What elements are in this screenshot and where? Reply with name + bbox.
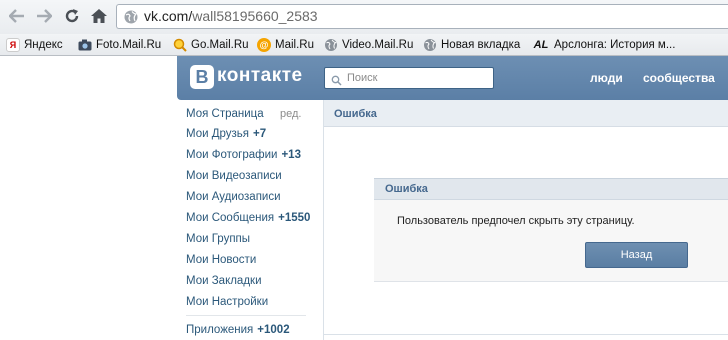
menu-count: +1550 [278,212,311,224]
home-icon[interactable] [90,7,108,25]
search-placeholder: Поиск [347,72,378,84]
menu-label: Мои Настройки [186,296,269,308]
nav-people-link[interactable]: люди [590,71,623,85]
menu-item-messages[interactable]: Мои Сообщения +1550 [186,212,310,224]
url-host: vk.com/ [144,8,193,24]
menu-count: +13 [281,149,301,161]
menu-label: Мои Друзья [186,128,250,140]
bookmark-label: Go.Mail.Ru [191,39,249,51]
bookmark-label: Арслонга: История м... [554,39,676,51]
bookmark-label: Mail.Ru [275,39,314,51]
content-divider [324,334,728,335]
nav-communities-link[interactable]: сообщества [643,71,715,85]
bookmark-yandex[interactable]: Я Яндекс [6,37,63,53]
menu-item-friends[interactable]: Мои Друзья +7 [186,128,266,140]
browser-toolbar: vk.com/wall58195660_2583 [0,0,728,34]
menu-label: Мои Фотографии [186,149,278,161]
bookmark-arslonga[interactable]: AL Арслонга: История м... [532,37,676,53]
camera-icon [78,38,92,52]
url-path: wall58195660_2583 [192,8,318,24]
error-message: Пользователь предпочел скрыть эту страни… [397,215,635,227]
vk-logo-icon[interactable]: В [190,65,214,89]
error-dialog: Ошибка Пользователь предпочел скрыть эту… [374,178,728,282]
back-arrow-icon[interactable] [8,7,26,25]
bookmark-label: Яндекс [24,39,63,51]
menu-count: +1002 [257,324,290,336]
menu-item-audio[interactable]: Мои Аудиозаписи [186,191,281,203]
search-input[interactable]: Поиск [324,67,494,89]
page-title-bar: Ошибка [324,100,728,127]
error-dialog-title: Ошибка [385,183,428,195]
error-dialog-header: Ошибка [374,179,728,200]
search-icon [331,73,342,91]
bookmarks-bar: Я Яндекс Foto.Mail.Ru Go.Mail.Ru @ Mail.… [0,34,728,56]
menu-item-news[interactable]: Мои Новости [186,254,256,266]
mailru-icon: @ [257,38,271,52]
forward-arrow-icon[interactable] [35,7,53,25]
back-button[interactable]: Назад [585,242,688,268]
menu-label: Мои Закладки [186,275,262,287]
vk-logo-text[interactable]: контакте [217,65,303,87]
bookmark-label: Новая вкладка [441,39,521,51]
address-bar[interactable]: vk.com/wall58195660_2583 [116,4,728,29]
vk-header: В контакте Поиск люди сообщества [177,56,728,100]
bookmark-label: Foto.Mail.Ru [96,39,162,51]
bookmark-label: Video.Mail.Ru [342,39,414,51]
menu-label: Мои Сообщения [186,212,275,224]
bookmark-foto-mail[interactable]: Foto.Mail.Ru [78,37,161,53]
menu-item-bookmarks[interactable]: Мои Закладки [186,275,262,287]
bookmark-mail-ru[interactable]: @ Mail.Ru [257,37,314,53]
bookmark-new-tab[interactable]: Новая вкладка [423,37,520,53]
menu-item-settings[interactable]: Мои Настройки [186,296,268,308]
menu-divider [186,315,306,316]
bookmark-go-mail[interactable]: Go.Mail.Ru [173,37,249,53]
menu-label: Мои Аудиозаписи [186,191,281,203]
menu-item-groups[interactable]: Мои Группы [186,233,250,245]
menu-label: Мои Видеозаписи [186,170,282,182]
url-text[interactable]: vk.com/wall58195660_2583 [144,8,318,24]
globe-icon [324,38,338,52]
menu-label: Приложения [186,324,254,336]
magnifier-icon [173,38,187,52]
page-globe-icon [123,9,139,30]
yandex-icon: Я [6,38,20,52]
reload-icon[interactable] [63,7,81,25]
menu-item-videos[interactable]: Мои Видеозаписи [186,170,282,182]
bookmark-video-mail[interactable]: Video.Mail.Ru [324,37,413,53]
menu-count: +7 [253,128,267,140]
al-icon: AL [533,39,549,51]
menu-label: Моя Страница [186,108,264,120]
page-title: Ошибка [334,108,377,120]
menu-item-apps[interactable]: Приложения +1002 [186,324,290,336]
globe-icon [423,38,437,52]
menu-item-my-page[interactable]: Моя Страница [186,108,264,120]
menu-label: Мои Новости [186,254,257,266]
menu-item-photos[interactable]: Мои Фотографии +13 [186,149,301,161]
edit-link[interactable]: ред. [280,108,301,120]
menu-label: Мои Группы [186,233,251,245]
